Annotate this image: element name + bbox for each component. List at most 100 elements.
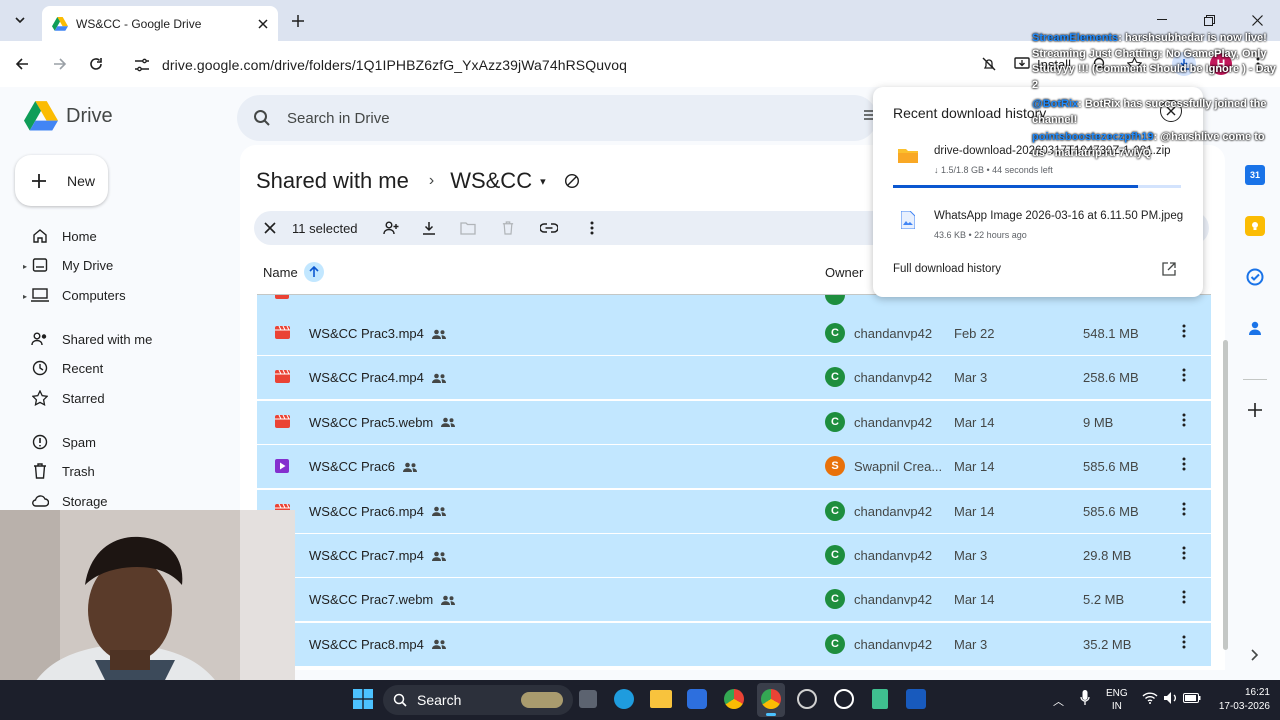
- table-row[interactable]: WS&CC Prac7.webm Cchandanvp42 Mar 14 5.2 MB: [257, 578, 1211, 623]
- nav-shared-with-me[interactable]: Shared with me: [30, 327, 152, 351]
- file-name: WS&CC Prac7.webm: [309, 592, 456, 607]
- media-player-icon[interactable]: [834, 689, 854, 709]
- notepad-icon[interactable]: [872, 689, 888, 709]
- new-tab-icon[interactable]: [288, 11, 308, 31]
- row-more-icon[interactable]: [1182, 368, 1186, 382]
- word-icon[interactable]: [906, 689, 926, 709]
- table-row[interactable]: WS&CC Prac5.webm Cchandanvp42 Mar 14 9 MB: [257, 400, 1211, 445]
- nav-spam[interactable]: Spam: [30, 430, 96, 454]
- nav-trash[interactable]: Trash: [30, 459, 95, 483]
- restore-icon[interactable]: [1199, 10, 1219, 30]
- battery-icon[interactable]: [1183, 693, 1201, 703]
- modified-date: Mar 14: [954, 414, 995, 430]
- reload-icon[interactable]: [86, 54, 106, 74]
- breadcrumb-shared-with-me[interactable]: Shared with me: [256, 168, 409, 194]
- download-item-meta: ↓ 1.5/1.8 GB • 44 seconds left: [934, 165, 1053, 175]
- clock[interactable]: 16:21 17-03-2026: [1210, 686, 1270, 714]
- edge-icon[interactable]: [614, 689, 634, 709]
- tab-close-icon[interactable]: [258, 18, 268, 29]
- expand-arrow-icon[interactable]: ▸: [23, 262, 27, 271]
- tracking-off-icon[interactable]: [979, 54, 999, 74]
- start-button-icon[interactable]: [353, 689, 373, 709]
- download-item-name[interactable]: WhatsApp Image 2026-03-16 at 6.11.50 PM.…: [934, 210, 1183, 222]
- nav-starred[interactable]: Starred: [30, 386, 105, 410]
- minimize-icon[interactable]: [1152, 10, 1172, 30]
- language-indicator[interactable]: ENG IN: [1106, 687, 1128, 713]
- clear-selection-icon[interactable]: [264, 222, 276, 234]
- store-icon[interactable]: [687, 689, 707, 709]
- nav-my-drive[interactable]: My Drive: [30, 253, 113, 277]
- table-row[interactable]: WS&CC Prac8.mp4 Cchandanvp42 Mar 3 35.2 MB: [257, 622, 1211, 667]
- calendar-icon[interactable]: 31: [1245, 165, 1265, 185]
- owner-name: chandanvp42: [854, 370, 933, 386]
- modified-date: Mar 3: [954, 548, 988, 563]
- owner-name: chandanvp42: [854, 414, 933, 430]
- back-icon[interactable]: [12, 54, 32, 74]
- clock-icon: [30, 360, 50, 376]
- drive-search-bar[interactable]: Search in Drive: [237, 95, 877, 141]
- column-owner-header[interactable]: Owner: [825, 265, 863, 280]
- image-file-icon: [901, 211, 915, 229]
- offline-off-icon[interactable]: [564, 173, 580, 189]
- address-bar[interactable]: drive.google.com/drive/folders/1Q1IPHBZ6…: [122, 49, 972, 81]
- tray-chevron-icon[interactable]: ︿: [1053, 693, 1064, 709]
- row-more-icon[interactable]: [1182, 546, 1186, 560]
- tab-search-chevron-icon[interactable]: [10, 10, 30, 30]
- folder-dropdown-icon[interactable]: ▾: [540, 175, 546, 188]
- file-explorer-icon[interactable]: [650, 690, 672, 708]
- browser-tab[interactable]: WS&CC - Google Drive: [42, 6, 278, 41]
- drive-logo[interactable]: Drive: [24, 101, 113, 131]
- microphone-icon[interactable]: [1080, 690, 1090, 706]
- table-row[interactable]: [257, 295, 1211, 312]
- expand-panel-chevron-icon[interactable]: [1245, 645, 1265, 665]
- row-more-icon[interactable]: [1182, 324, 1186, 338]
- new-button[interactable]: New: [15, 155, 108, 206]
- nav-recent[interactable]: Recent: [30, 356, 103, 380]
- table-row[interactable]: WS&CC Prac7.mp4 Cchandanvp42 Mar 3 29.8 MB: [257, 534, 1211, 578]
- taskbar-search[interactable]: Search: [383, 685, 573, 715]
- delete-icon[interactable]: [502, 221, 514, 235]
- computers-icon: [30, 288, 50, 302]
- breadcrumb-folder[interactable]: WS&CC: [450, 168, 532, 194]
- table-row[interactable]: WS&CC Prac6 S Swapnil Crea... Mar 14 585.6 M…: [257, 445, 1211, 490]
- open-external-icon[interactable]: [1162, 262, 1176, 276]
- openai-icon[interactable]: [797, 689, 817, 709]
- nav-home[interactable]: Home: [30, 224, 97, 248]
- wifi-icon[interactable]: [1142, 692, 1158, 704]
- chrome-icon[interactable]: [724, 689, 744, 709]
- tasks-icon[interactable]: [1245, 267, 1265, 287]
- row-more-icon[interactable]: [1182, 457, 1186, 471]
- sort-arrow-up-icon[interactable]: [303, 262, 324, 282]
- task-view-icon[interactable]: [579, 690, 597, 708]
- more-actions-icon[interactable]: [590, 221, 594, 235]
- table-row[interactable]: WS&CC Prac4.mp4 Cchandanvp42 Mar 3 258.6 MB: [257, 356, 1211, 401]
- close-window-icon[interactable]: [1247, 10, 1267, 30]
- move-folder-icon[interactable]: [459, 221, 476, 235]
- volume-icon[interactable]: [1163, 691, 1179, 705]
- table-row[interactable]: WS&CC Prac3.mp4 Cchandanvp42 Feb 22 548.1 M…: [257, 312, 1211, 356]
- search-icon[interactable]: [253, 109, 271, 127]
- row-more-icon[interactable]: [1182, 635, 1186, 649]
- copy-link-icon[interactable]: [539, 223, 558, 233]
- full-download-history-link[interactable]: Full download history: [893, 263, 1001, 275]
- chrome-active-icon[interactable]: [757, 683, 785, 717]
- keep-icon[interactable]: [1245, 216, 1265, 236]
- search-highlight-icon: [521, 692, 563, 708]
- forward-icon[interactable]: [50, 54, 70, 74]
- spam-icon: [30, 434, 50, 450]
- scrollbar-thumb[interactable]: [1223, 340, 1228, 650]
- row-more-icon[interactable]: [1182, 590, 1186, 604]
- share-person-icon[interactable]: [382, 221, 400, 235]
- nav-computers[interactable]: Computers: [30, 283, 126, 307]
- row-more-icon[interactable]: [1182, 413, 1186, 427]
- column-name-header[interactable]: Name: [263, 262, 324, 282]
- row-more-icon[interactable]: [1182, 502, 1186, 516]
- add-addon-icon[interactable]: [1245, 400, 1265, 420]
- modified-date: Mar 14: [954, 459, 995, 475]
- table-row[interactable]: WS&CC Prac6.mp4 Cchandanvp42 Mar 14 585.6 M…: [257, 489, 1211, 534]
- download-selection-icon[interactable]: [422, 221, 436, 235]
- owner-avatar: C: [825, 545, 845, 565]
- site-info-icon[interactable]: [134, 58, 150, 72]
- contacts-icon[interactable]: [1245, 318, 1265, 338]
- expand-arrow-icon[interactable]: ▸: [23, 292, 27, 301]
